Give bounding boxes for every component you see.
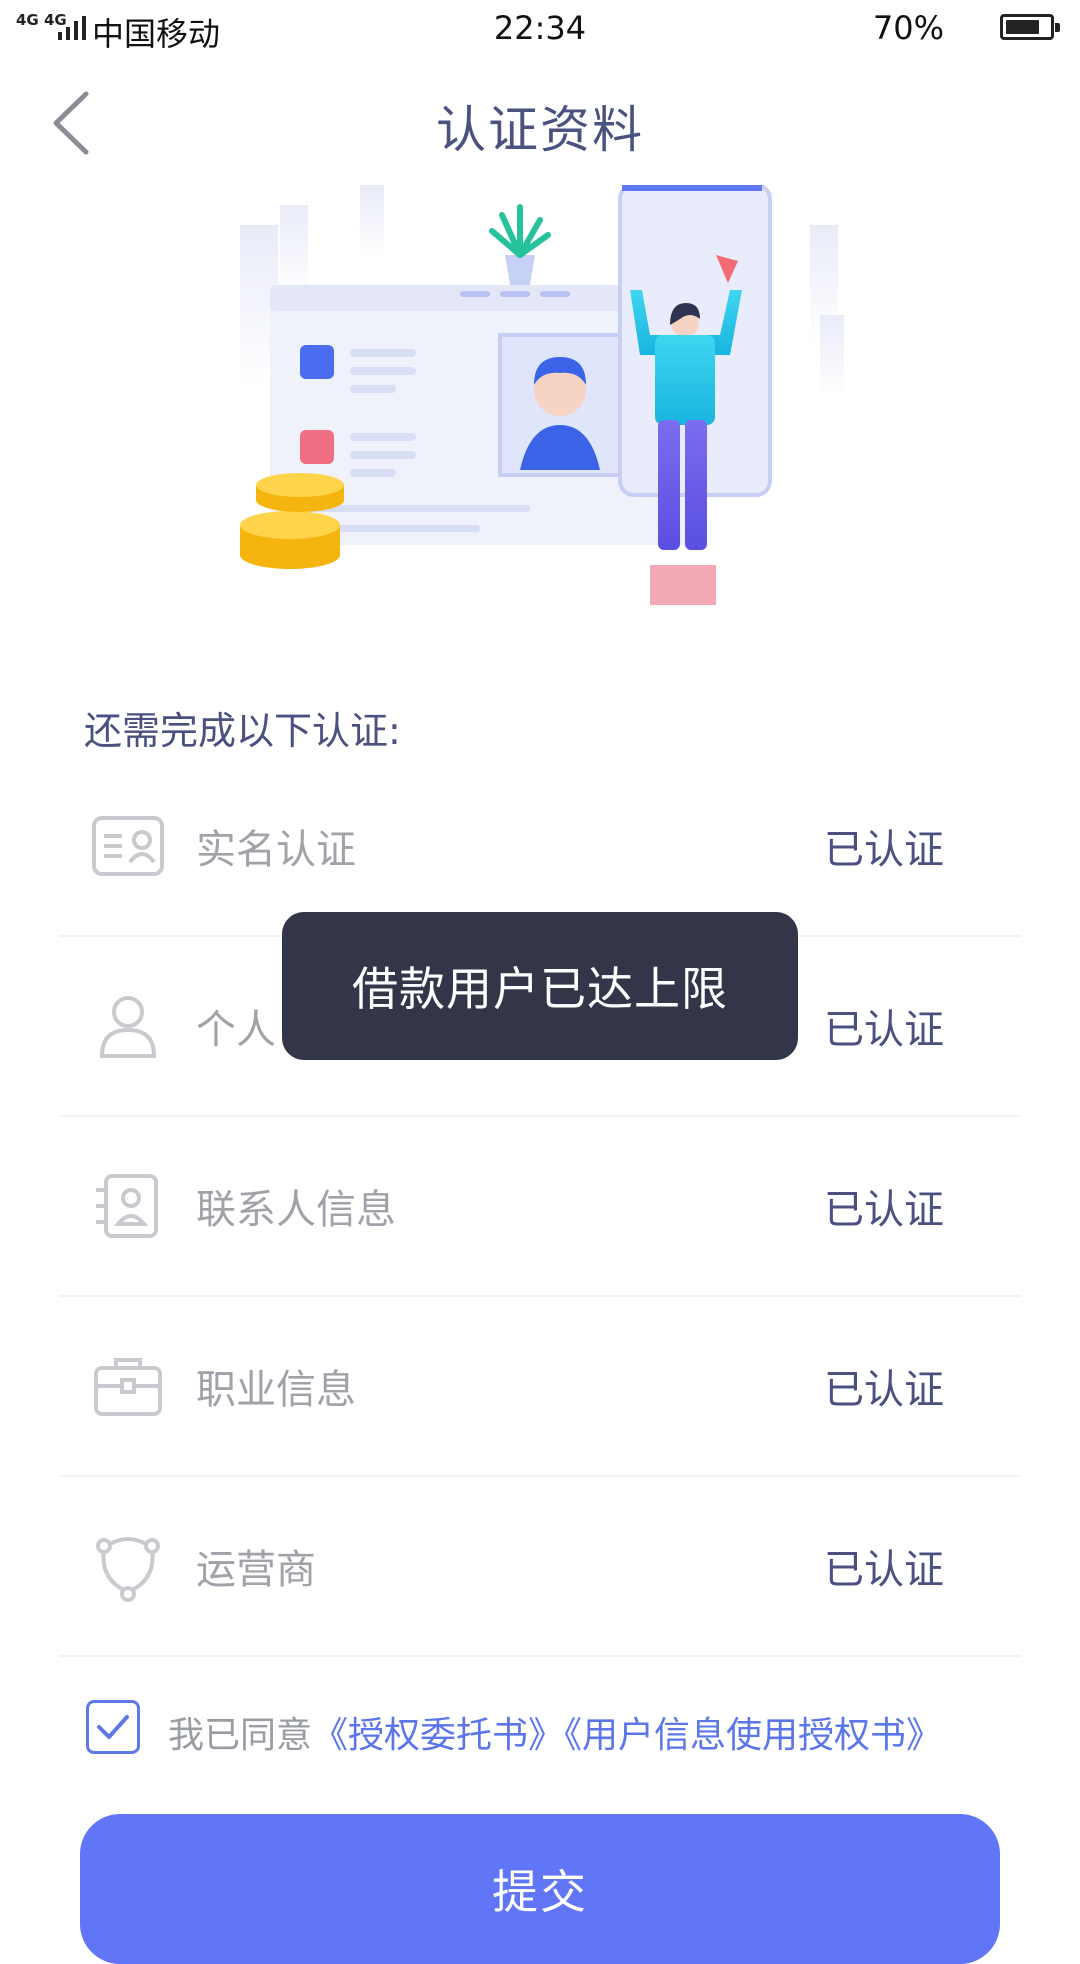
contact-card-icon bbox=[96, 1174, 158, 1238]
list-item-occupation[interactable]: 职业信息 已认证 bbox=[60, 1297, 1020, 1477]
briefcase-icon bbox=[94, 1358, 162, 1416]
status-badge: 已认证 bbox=[824, 1367, 944, 1413]
user-info-authorization-link[interactable]: 《用户信息使用授权书》 bbox=[564, 1715, 942, 1756]
section-heading: 还需完成以下认证: bbox=[84, 709, 401, 753]
list-item-contacts[interactable]: 联系人信息 已认证 bbox=[60, 1117, 1020, 1297]
item-label: 运营商 bbox=[196, 1547, 316, 1593]
authorization-letter-link[interactable]: 《授权委托书》 bbox=[312, 1715, 564, 1756]
header: 认证资料 bbox=[0, 58, 1080, 188]
item-label: 联系人信息 bbox=[196, 1187, 396, 1233]
status-badge: 已认证 bbox=[824, 1007, 944, 1053]
toast-message: 借款用户已达上限 bbox=[282, 912, 798, 1060]
item-label: 个人 bbox=[196, 1007, 276, 1053]
item-label: 实名认证 bbox=[196, 827, 356, 873]
battery-icon bbox=[1000, 14, 1060, 40]
status-badge: 已认证 bbox=[824, 1187, 944, 1233]
submit-label: 提交 bbox=[492, 1865, 588, 1919]
status-badge: 已认证 bbox=[824, 827, 944, 873]
carrier-network-icon bbox=[96, 1537, 160, 1602]
checkmark-icon bbox=[97, 1715, 129, 1739]
list-item-real-name[interactable]: 实名认证 已认证 bbox=[60, 757, 1020, 937]
submit-button[interactable]: 提交 bbox=[80, 1814, 1000, 1964]
page-title: 认证资料 bbox=[436, 101, 644, 159]
agreement-text: 我已同意《授权委托书》《用户信息使用授权书》 bbox=[168, 1706, 942, 1758]
verification-illustration bbox=[240, 185, 844, 605]
agreement-checkbox[interactable] bbox=[86, 1700, 140, 1754]
battery-percentage: 70% bbox=[872, 9, 944, 47]
item-label: 职业信息 bbox=[196, 1367, 356, 1413]
person-icon bbox=[99, 996, 157, 1058]
list-item-carrier[interactable]: 运营商 已认证 bbox=[60, 1477, 1020, 1657]
agreement-row: 我已同意《授权委托书》《用户信息使用授权书》 bbox=[86, 1700, 1006, 1760]
toast-text: 借款用户已达上限 bbox=[352, 962, 728, 1016]
id-card-icon bbox=[92, 816, 164, 876]
status-badge: 已认证 bbox=[824, 1547, 944, 1593]
status-bar: 4G 4G 中国移动 22:34 70% bbox=[0, 0, 1080, 58]
agreement-prefix: 我已同意 bbox=[168, 1715, 313, 1756]
